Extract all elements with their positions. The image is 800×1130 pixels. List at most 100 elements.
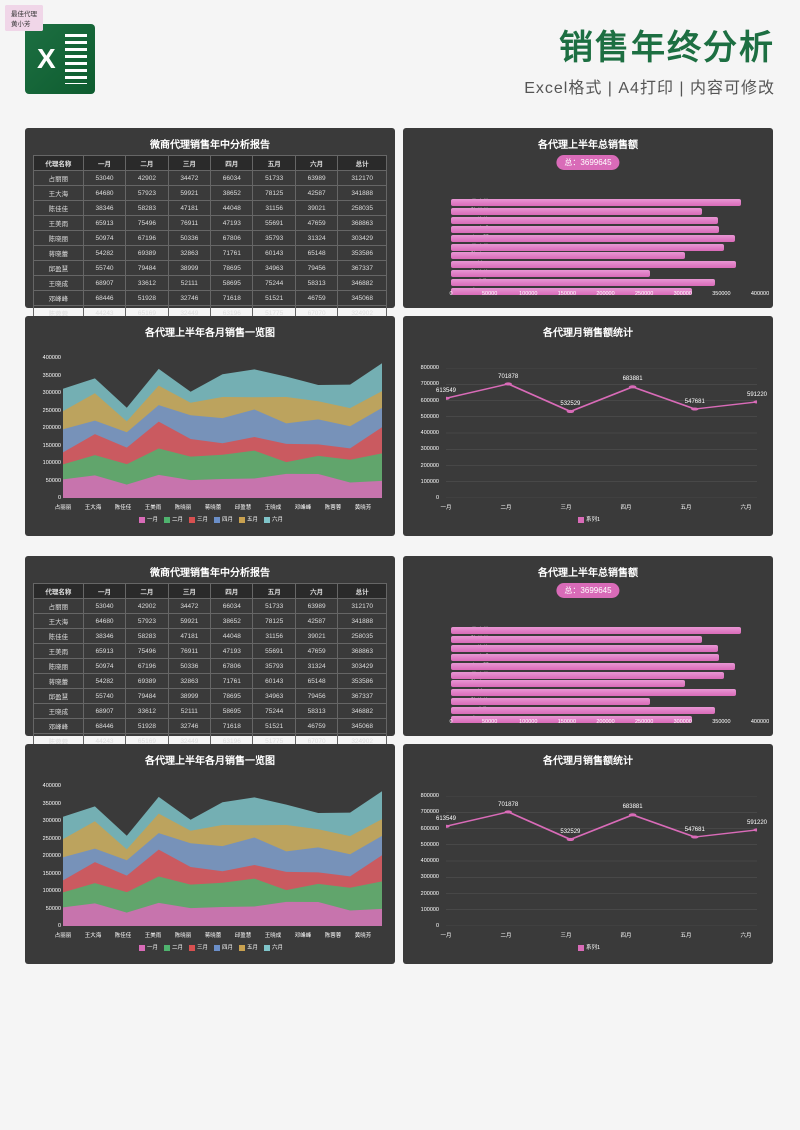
area-y-tick: 200000: [33, 425, 61, 431]
legend-item: 五月: [237, 517, 258, 523]
table-row: 王大海646805792359921386527812542587341888: [34, 614, 387, 629]
area-legend: 一月二月三月四月五月六月: [33, 943, 387, 951]
area-y-tick: 300000: [33, 818, 61, 824]
table-row: 邓峰峰684465192832746716185152146759345068: [34, 291, 387, 306]
line-x-tick: 二月: [500, 931, 511, 939]
area-x-tick: 陈蓉蓉: [325, 931, 342, 939]
table-row: 王大海646805792359921386527812542587341888: [34, 186, 387, 201]
sheet-2: 微商代理销售年中分析报告代理名称一月二月三月四月五月六月总计占丽丽5304042…: [25, 556, 775, 964]
line-data-label: 547681: [685, 399, 705, 405]
area-title: 各代理上半年各月销售一览图: [33, 752, 387, 767]
line-data-label: 547681: [685, 827, 705, 833]
table-row: 蒋晓蕾542826938932863717616014365148353586: [34, 674, 387, 689]
area-x-tick: 陈晓丽: [175, 931, 192, 939]
area-y-tick: 150000: [33, 871, 61, 877]
line-x-tick: 三月: [560, 503, 571, 511]
line-data-label: 683881: [623, 804, 643, 810]
line-y-tick: 0: [411, 495, 439, 501]
line-y-tick: 0: [411, 923, 439, 929]
area-y-tick: 350000: [33, 373, 61, 379]
table-row: 王美雨659137549676911471935569147659368863: [34, 216, 387, 231]
area-y-tick: 0: [33, 923, 61, 929]
line-title: 各代理月销售额统计: [411, 752, 765, 767]
table-row: 陈佳佳383465828347181440483115639021258035: [34, 629, 387, 644]
bar-x-tick: 400000: [751, 719, 769, 725]
best-agent-box: 最佳代理黄小芳: [5, 5, 43, 31]
bar-title: 各代理上半年总销售额: [411, 136, 765, 151]
area-x-tick: 王美雨: [145, 503, 162, 511]
line-point: [567, 838, 574, 841]
area-y-tick: 150000: [33, 443, 61, 449]
bar-rect: [451, 235, 735, 242]
line-x-tick: 一月: [440, 503, 451, 511]
bar-rect: [451, 244, 724, 251]
line-point: [753, 400, 757, 403]
line-y-tick: 200000: [411, 891, 439, 897]
line-x-tick: 四月: [620, 503, 631, 511]
bar-rect: [451, 672, 724, 679]
area-x-tick: 陈佳佳: [115, 503, 132, 511]
table-header: 二月: [126, 156, 168, 171]
line-y-tick: 800000: [411, 793, 439, 799]
area-y-tick: 100000: [33, 460, 61, 466]
line-data-label: 701878: [498, 802, 518, 808]
legend-item: 六月: [262, 517, 283, 523]
area-x-tick: 陈晓丽: [175, 503, 192, 511]
bar-x-tick: 50000: [482, 291, 497, 297]
line-y-tick: 600000: [411, 398, 439, 404]
area-chart-panel: 各代理上半年各月销售一览图050000100000150000200000250…: [25, 316, 395, 536]
area-x-tick: 王晓成: [265, 503, 282, 511]
area-x-tick: 占丽丽: [55, 931, 72, 939]
area-legend: 一月二月三月四月五月六月: [33, 515, 387, 523]
line-y-tick: 100000: [411, 479, 439, 485]
bar-x-tick: 50000: [482, 719, 497, 725]
line-x-tick: 一月: [440, 931, 451, 939]
table-header: 二月: [126, 584, 168, 599]
area-y-tick: 100000: [33, 888, 61, 894]
line-y-tick: 700000: [411, 381, 439, 387]
line-title: 各代理月销售额统计: [411, 324, 765, 339]
main-title: 销售年终分析: [110, 20, 775, 69]
table-row: 占丽丽530404290234472660345173363989312170: [34, 599, 387, 614]
line-y-tick: 700000: [411, 809, 439, 815]
bar-x-tick: 0: [449, 719, 452, 725]
line-data-label: 591220: [747, 392, 767, 398]
line-chart-panel: 各代理月销售额统计最佳代理黄小芳010000020000030000040000…: [403, 316, 773, 536]
table-row: 邓峰峰684465192832746716185152146759345068: [34, 719, 387, 734]
bar-x-tick: 300000: [674, 719, 692, 725]
area-plot: 0500001000001500002000002500003000003500…: [33, 343, 387, 523]
line-point: [753, 828, 757, 831]
line-y-tick: 300000: [411, 874, 439, 880]
bar-rect: [451, 199, 741, 206]
area-x-tick: 陈蓉蓉: [325, 503, 342, 511]
bar-sum-badge: 总：3699645: [556, 155, 619, 170]
table-header: 一月: [83, 156, 125, 171]
table-header: 五月: [253, 156, 295, 171]
bar-x-tick: 350000: [712, 291, 730, 297]
table-row: 陈佳佳383465828347181440483115639021258035: [34, 201, 387, 216]
table-header: 四月: [211, 156, 253, 171]
line-x-tick: 六月: [740, 931, 751, 939]
line-point: [504, 810, 511, 813]
bar-plot: 黄晓芳陈蓉蓉邓峰峰王晓成邱盈慧蒋晓蕾陈晓丽王美雨陈佳佳王大海占丽丽0500001…: [411, 607, 765, 737]
line-point: [504, 382, 511, 385]
legend-item: 系列1: [576, 945, 600, 951]
bar-x-tick: 200000: [596, 719, 614, 725]
bar-x-tick: 100000: [519, 291, 537, 297]
area-x-tick: 邓峰峰: [295, 503, 312, 511]
header: X 销售年终分析 Excel格式 | A4打印 | 内容可修改: [0, 0, 800, 113]
line-x-tick: 六月: [740, 503, 751, 511]
line-y-tick: 400000: [411, 858, 439, 864]
legend-item: 三月: [187, 945, 208, 951]
line-data-label: 683881: [623, 376, 643, 382]
table-header: 总计: [338, 584, 387, 599]
table-row: 邱盈慧557407948438999786953496379456367337: [34, 689, 387, 704]
table-row: 王晓成689073361252111586957524458313346882: [34, 704, 387, 719]
area-x-tick: 邱盈慧: [235, 931, 252, 939]
line-y-tick: 400000: [411, 430, 439, 436]
line-plot: 0100000200000300000400000500000600000700…: [411, 343, 765, 523]
excel-x-letter: X: [37, 43, 56, 75]
line-data-label: 613549: [436, 388, 456, 394]
bar-rect: [451, 654, 719, 661]
table-row: 邱盈慧557407948438999786953496379456367337: [34, 261, 387, 276]
